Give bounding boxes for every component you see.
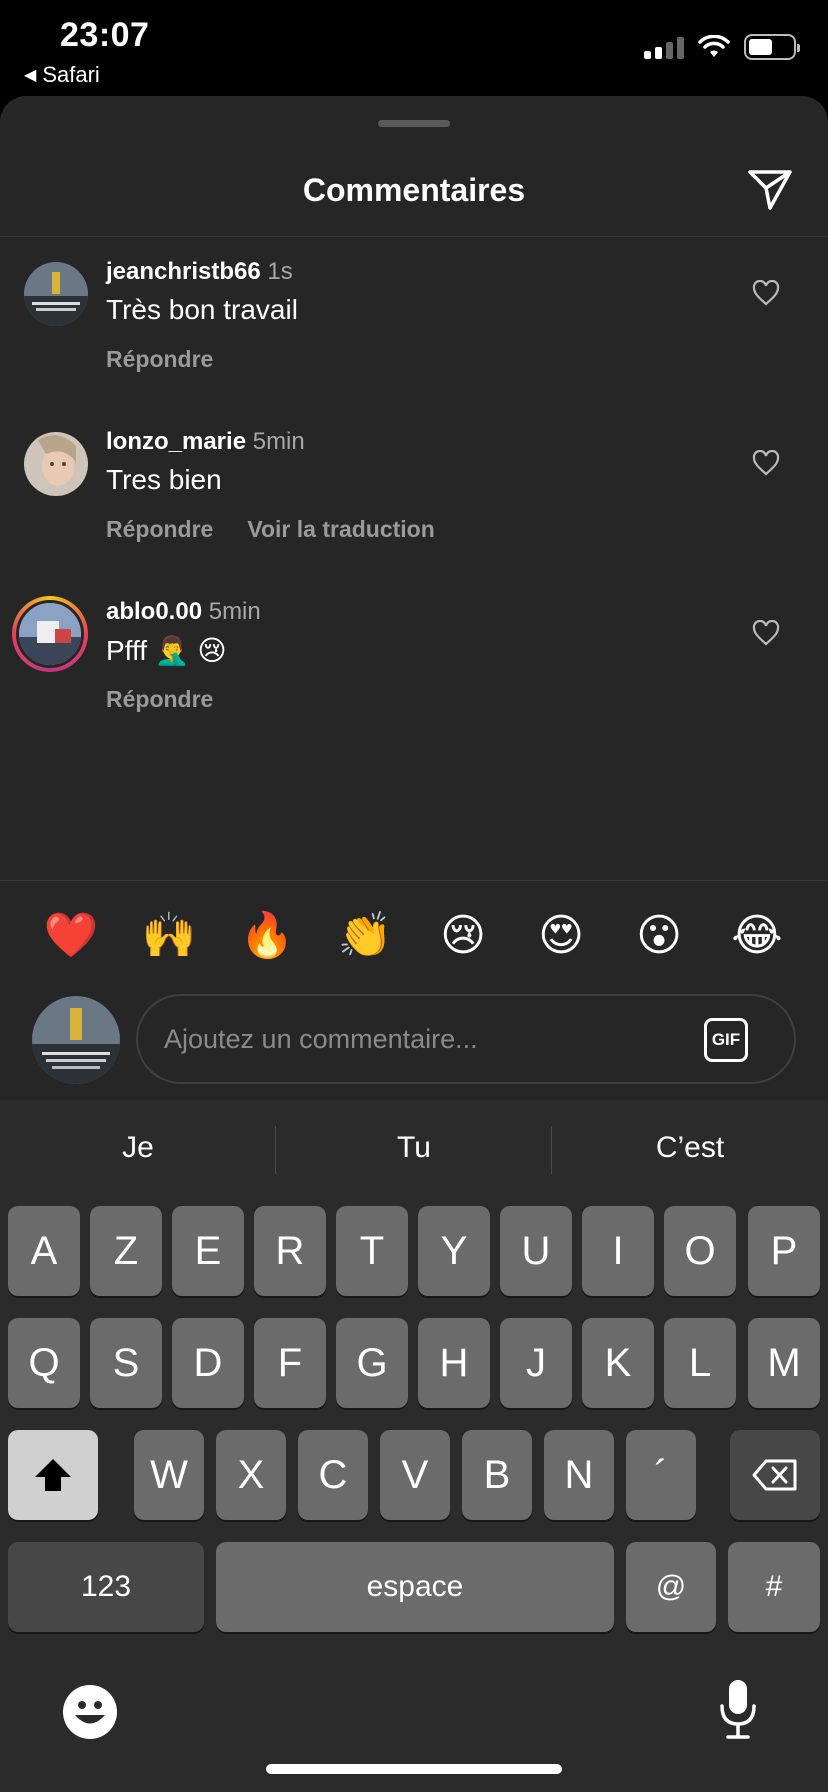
comment-header: ablo0.00 5min	[106, 598, 261, 626]
key-j[interactable]: J	[500, 1318, 572, 1408]
key-r[interactable]: R	[254, 1206, 326, 1296]
key-y[interactable]: Y	[418, 1206, 490, 1296]
emoji-crying[interactable]: 😢	[432, 906, 494, 966]
shift-arrow-icon	[35, 1459, 71, 1491]
comment-item: jeanchristb66 1s Très bon travail Répond…	[0, 236, 828, 396]
composer-divider	[0, 880, 828, 881]
key-c[interactable]: C	[298, 1430, 368, 1520]
suggestion-2[interactable]: Tu	[276, 1100, 552, 1196]
suggestion-1[interactable]: Je	[0, 1100, 276, 1196]
reply-button[interactable]: Répondre	[106, 686, 213, 713]
comment-username[interactable]: jeanchristb66	[106, 258, 261, 285]
comment-text: Très bon travail	[106, 294, 298, 325]
suggestion-separator	[551, 1126, 552, 1174]
key-a[interactable]: A	[8, 1206, 80, 1296]
emoji-surprised[interactable]: 😮	[628, 906, 690, 966]
key-i[interactable]: I	[582, 1206, 654, 1296]
heart-icon[interactable]	[752, 450, 780, 476]
comment-text: Pfff 🤦‍♂️ 😢	[106, 635, 227, 666]
comment-text: Tres bien	[106, 464, 222, 495]
key-x[interactable]: X	[216, 1430, 286, 1520]
battery-icon	[744, 34, 800, 60]
emoji-clapping[interactable]: 👏	[334, 906, 396, 966]
comment-actions: Répondre Voir la traduction	[106, 516, 435, 543]
heart-icon[interactable]	[752, 280, 780, 306]
shift-key[interactable]	[8, 1430, 98, 1520]
key-u[interactable]: U	[500, 1206, 572, 1296]
hash-key[interactable]: #	[728, 1542, 820, 1632]
key-h[interactable]: H	[418, 1318, 490, 1408]
key-g[interactable]: G	[336, 1318, 408, 1408]
status-bar: 23:07 ◀ Safari	[0, 0, 828, 96]
numbers-key[interactable]: 123	[8, 1542, 204, 1632]
comment-time: 5min	[208, 598, 261, 625]
key-p[interactable]: P	[748, 1206, 820, 1296]
key-w[interactable]: W	[134, 1430, 204, 1520]
avatar[interactable]	[12, 596, 88, 672]
at-key[interactable]: @	[626, 1542, 716, 1632]
status-indicators	[644, 34, 800, 60]
comment-header: lonzo_marie 5min	[106, 428, 305, 456]
key-l[interactable]: L	[664, 1318, 736, 1408]
avatar[interactable]	[24, 262, 88, 326]
key-k[interactable]: K	[582, 1318, 654, 1408]
emoji-heart[interactable]: ❤️	[40, 906, 102, 966]
wifi-icon	[698, 35, 730, 57]
key-e[interactable]: E	[172, 1206, 244, 1296]
backspace-icon	[752, 1459, 797, 1491]
comment-actions: Répondre	[106, 346, 213, 373]
emoji-raised-hands[interactable]: 🙌	[138, 906, 200, 966]
reply-button[interactable]: Répondre	[106, 516, 213, 543]
paper-plane-icon[interactable]	[746, 168, 794, 212]
suggestion-separator	[275, 1126, 276, 1174]
sheet-grabber[interactable]	[378, 120, 450, 127]
see-translation-button[interactable]: Voir la traduction	[247, 516, 434, 543]
key-n[interactable]: N	[544, 1430, 614, 1520]
comment-input-placeholder: Ajoutez un commentaire...	[164, 1024, 478, 1054]
cellular-signal-icon	[644, 35, 684, 59]
emoji-reaction-bar: ❤️ 🙌 🔥 👏 😢 😍 😮 😂	[0, 906, 828, 966]
predictive-suggestions: Je Tu C’est	[0, 1100, 828, 1196]
key-acute-accent[interactable]: ´	[626, 1430, 696, 1520]
back-app-label: Safari	[42, 62, 100, 87]
heart-icon[interactable]	[752, 620, 780, 646]
comment-item: ablo0.00 5min Pfff 🤦‍♂️ 😢 Répondre	[0, 576, 828, 736]
emoji-heart-eyes[interactable]: 😍	[530, 906, 592, 966]
home-indicator[interactable]	[266, 1764, 562, 1774]
emoji-laughing[interactable]: 😂	[726, 906, 788, 966]
keyboard: Je Tu C’est A Z E R T Y U I O P Q S D F …	[0, 1100, 828, 1792]
key-v[interactable]: V	[380, 1430, 450, 1520]
backspace-key[interactable]	[730, 1430, 820, 1520]
key-b[interactable]: B	[462, 1430, 532, 1520]
emoji-keyboard-icon[interactable]	[62, 1684, 118, 1740]
key-z[interactable]: Z	[90, 1206, 162, 1296]
comment-time: 1s	[267, 258, 293, 285]
comment-username[interactable]: lonzo_marie	[106, 428, 246, 455]
current-user-avatar	[32, 996, 120, 1084]
back-triangle-icon: ◀	[24, 67, 37, 84]
emoji-fire[interactable]: 🔥	[236, 906, 298, 966]
comment-actions: Répondre	[106, 686, 213, 713]
key-o[interactable]: O	[664, 1206, 736, 1296]
gif-button[interactable]: GIF	[704, 1018, 748, 1062]
sheet-title: Commentaires	[302, 172, 526, 208]
key-s[interactable]: S	[90, 1318, 162, 1408]
comment-username[interactable]: ablo0.00	[106, 598, 202, 625]
space-key[interactable]: espace	[216, 1542, 614, 1632]
key-f[interactable]: F	[254, 1318, 326, 1408]
status-time: 23:07	[60, 16, 150, 54]
key-t[interactable]: T	[336, 1206, 408, 1296]
back-to-app-button[interactable]: ◀ Safari	[24, 62, 100, 88]
suggestion-3[interactable]: C’est	[552, 1100, 828, 1196]
key-m[interactable]: M	[748, 1318, 820, 1408]
reply-button[interactable]: Répondre	[106, 346, 213, 373]
comment-input[interactable]: Ajoutez un commentaire... GIF	[136, 994, 796, 1084]
comment-time: 5min	[252, 428, 305, 455]
microphone-icon[interactable]	[718, 1678, 758, 1740]
key-d[interactable]: D	[172, 1318, 244, 1408]
comment-item: lonzo_marie 5min Tres bien Répondre Voir…	[0, 406, 828, 566]
avatar[interactable]	[24, 432, 88, 496]
comment-header: jeanchristb66 1s	[106, 258, 293, 286]
key-q[interactable]: Q	[8, 1318, 80, 1408]
